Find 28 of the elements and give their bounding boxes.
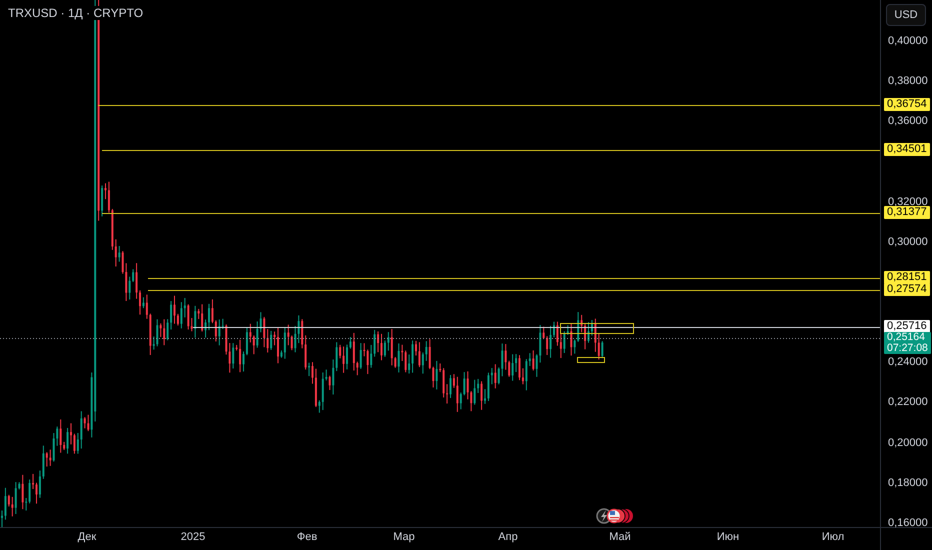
symbol-title: TRXUSD · 1Д · CRYPTO [6,6,146,20]
current-price: 0,25164 [887,332,926,343]
price-level-label: 0,25716 [884,320,930,333]
price-level-label: 0,36754 [884,98,930,111]
bar-countdown: 07:27:08 [887,343,928,354]
time-axis-label: 2025 [180,531,206,543]
price-tick: 0,18000 [888,476,928,489]
price-tick: 0,38000 [888,75,928,88]
price-level-label: 0,31377 [884,206,930,219]
price-tick: 0,40000 [888,35,928,47]
price-tick: 0,30000 [888,236,928,248]
price-tick: 0,32000 [888,196,928,208]
time-axis-label: Фев [296,531,318,543]
time-axis-label: Июн [716,531,740,543]
time-axis-label: Апр [498,531,518,543]
price-tick: 0,20000 [888,436,928,449]
price-tick: 0,24000 [888,356,928,368]
price-level-label: 0,28151 [884,271,930,284]
price-level-label: 0,27574 [884,283,930,296]
time-axis-label: Дек [78,531,96,543]
price-tick: 0,22000 [888,396,928,408]
time-axis-label: Мар [393,531,415,543]
time-axis-label: Июл [822,531,844,543]
time-axis-label: Май [609,531,631,543]
currency-button[interactable]: USD [886,4,926,26]
price-level-label: 0,34501 [884,143,930,156]
price-tick: 0,16000 [888,516,928,529]
price-tick: 0,36000 [888,115,928,128]
